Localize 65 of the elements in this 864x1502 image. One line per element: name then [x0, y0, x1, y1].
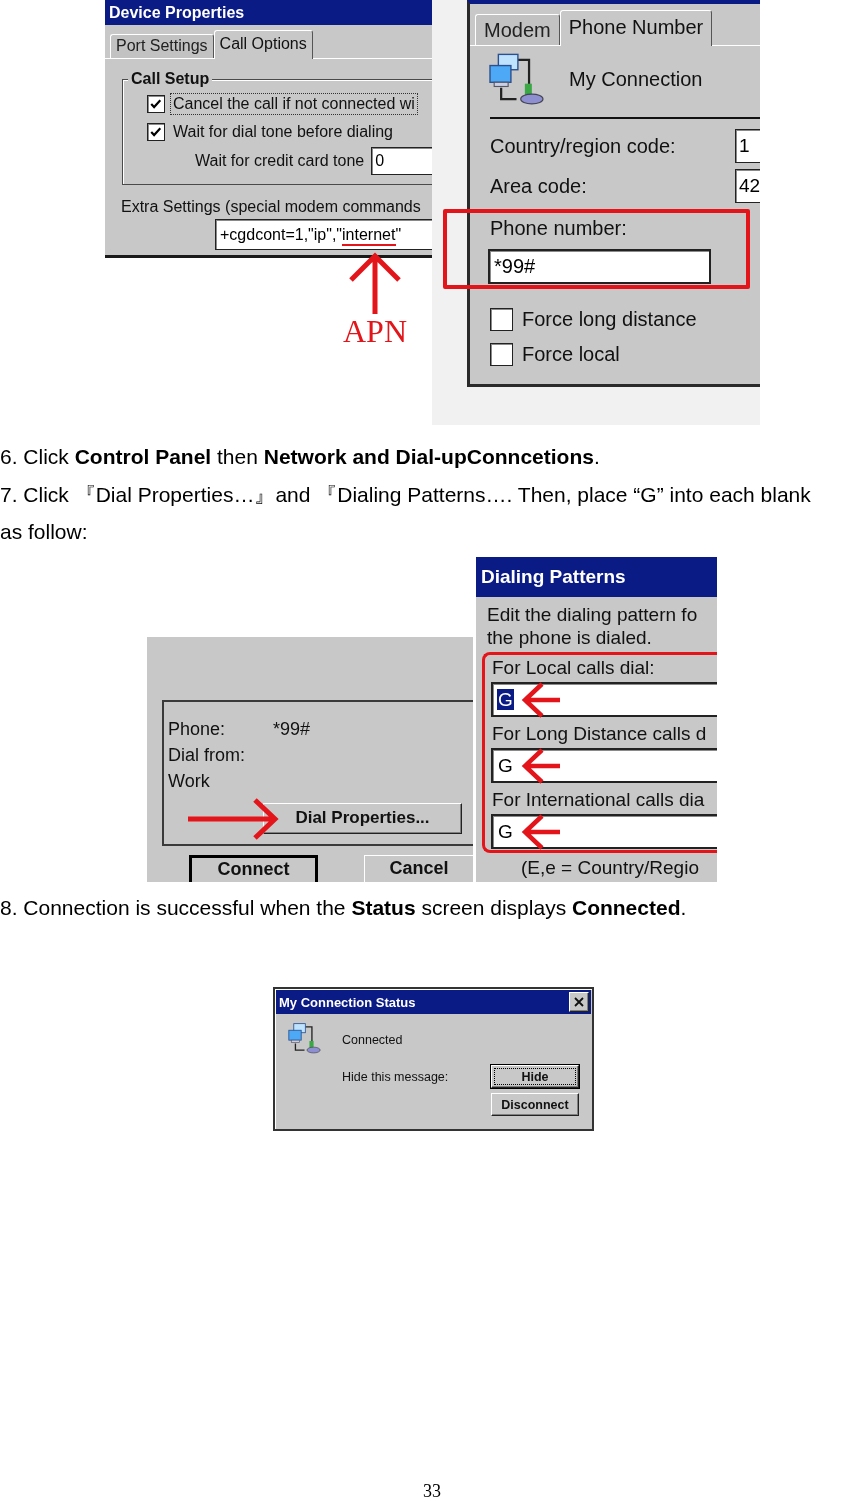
group-title: Call Setup	[128, 70, 213, 88]
field-label: Extra Settings (special modem commands	[121, 198, 421, 216]
input-field[interactable]: G	[491, 681, 717, 717]
step-text: 8. Connection is successful when the Status screen displays Connected.	[0, 894, 687, 921]
detail-label: Dial from:	[168, 743, 245, 767]
field-label: Phone number:	[490, 216, 627, 241]
field-label: Country/region code:	[490, 134, 676, 158]
field-label: Area code:	[490, 174, 587, 198]
right-arrow-icon	[188, 796, 280, 841]
field-value: G	[497, 754, 514, 776]
computers-icon	[288, 1022, 321, 1055]
input-field[interactable]: 42	[735, 169, 760, 203]
page-number: 33	[423, 1481, 441, 1501]
field-label: For International calls dia	[492, 787, 705, 812]
input-field[interactable]: 0	[371, 147, 432, 175]
checkmark-icon	[150, 127, 162, 137]
field-value: G	[497, 820, 514, 842]
note-text: (E,e = Country/Regio	[521, 855, 699, 880]
checkmark-icon	[150, 99, 162, 109]
left-arrow-icon	[520, 747, 560, 784]
option-label: Cancel the call if not connected wi	[171, 94, 417, 114]
prompt-text: Hide this message:	[342, 1069, 449, 1084]
step-text: 7. Click 『Dial Properties…』and 『Dialing Patterns…. Then, place “G” into each blank as follow:	[0, 481, 812, 545]
input-field[interactable]: +cgdcont=1,"ip","internet"	[215, 219, 432, 250]
dial-properties-button[interactable]: Dial Properties...	[263, 802, 462, 834]
detail-value: *99#	[273, 717, 311, 741]
option-label: Force long distance	[522, 307, 697, 331]
description-text: Edit the dialing pattern fo the phone is dialed.	[487, 602, 698, 649]
detail-label: Phone:	[168, 717, 227, 741]
close-button[interactable]	[569, 992, 589, 1012]
input-field[interactable]: *99#	[488, 249, 711, 284]
detail-value: Work	[168, 769, 210, 793]
tab[interactable]: Port Settings	[110, 34, 214, 58]
field-label: For Local calls dial:	[492, 655, 655, 680]
status-text: Connected	[342, 1032, 403, 1049]
dialog-button[interactable]: Disconnect	[491, 1093, 579, 1116]
checkbox[interactable]	[490, 307, 513, 331]
tab[interactable]: Modem	[475, 14, 560, 45]
left-arrow-icon	[520, 681, 560, 718]
left-arrow-icon	[520, 813, 560, 850]
field-label: For Long Distance calls d	[492, 721, 707, 746]
connection-name: My Connection	[569, 68, 703, 91]
tab[interactable]: Phone Number	[559, 10, 713, 46]
input-field[interactable]: 1	[735, 129, 760, 163]
window-title: My Connection Status	[279, 994, 416, 1010]
title-bar: Device Properties	[105, 0, 432, 25]
annotation-label: APN	[343, 315, 407, 347]
checkbox[interactable]	[147, 123, 165, 141]
option-label: Force local	[522, 342, 620, 366]
field-value: G	[497, 688, 514, 710]
step-text: 6. Click Control Panel then Network and Dial-upConncetions.	[0, 444, 600, 470]
input-field[interactable]: G	[491, 747, 717, 783]
dialog-button[interactable]: Cancel	[364, 854, 473, 882]
close-icon	[574, 997, 584, 1007]
option-label: Wait for dial tone before dialing	[172, 122, 394, 142]
input-field[interactable]: G	[491, 813, 717, 849]
dialog-button[interactable]: Connect	[189, 854, 318, 882]
checkbox[interactable]	[490, 342, 513, 366]
field-label: Wait for credit card tone	[195, 152, 365, 170]
dialog-button[interactable]: Hide	[491, 1065, 579, 1088]
checkbox[interactable]	[147, 95, 165, 113]
computers-icon	[488, 53, 545, 106]
tab[interactable]: Call Options	[213, 30, 313, 59]
annotation-underline	[342, 244, 396, 246]
title-bar: Dialing Patterns	[476, 556, 717, 597]
